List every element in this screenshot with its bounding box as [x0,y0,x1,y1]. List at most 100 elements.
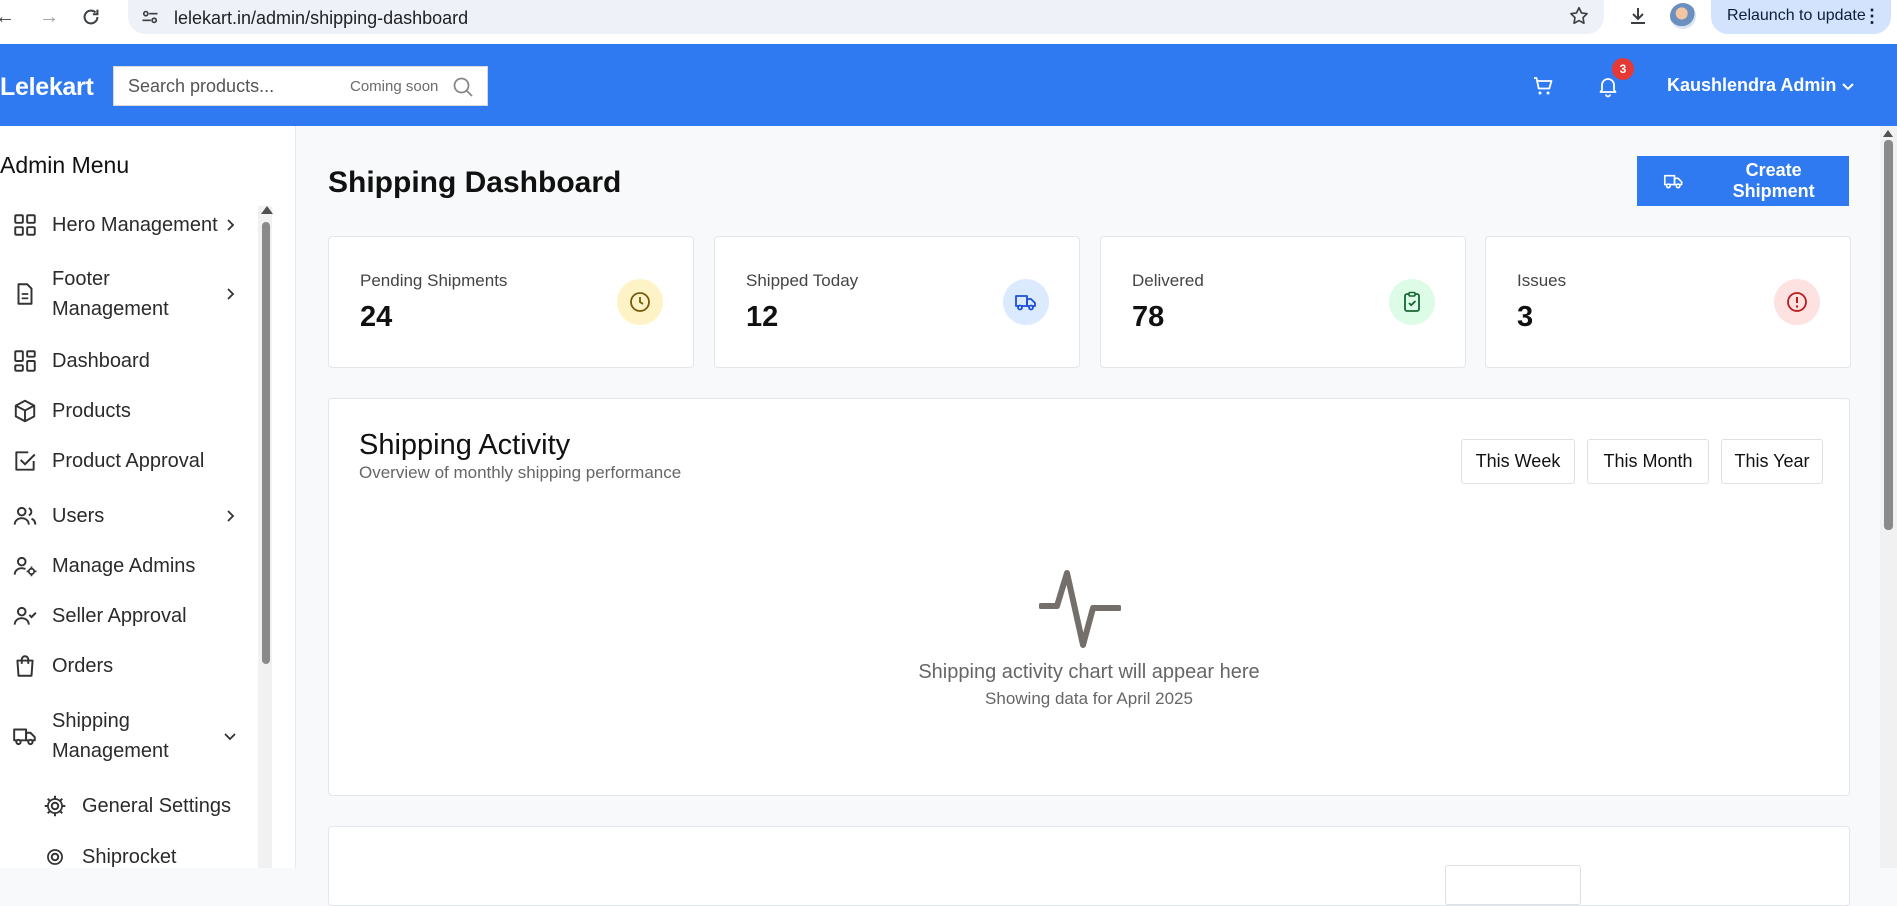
recent-shipments-card [328,826,1850,906]
clipboard-check-icon [1389,279,1435,325]
stat-value: 78 [1132,301,1165,333]
notification-badge: 3 [1612,58,1634,80]
sidebar-item-label: Footer Management [52,268,169,320]
address-bar[interactable]: lelekart.in/admin/shipping-dashboard [128,0,1604,34]
profile-avatar[interactable] [1670,3,1696,29]
chevron-right-icon [227,510,235,522]
search-input[interactable] [114,67,334,105]
chevron-down-icon[interactable] [1840,78,1856,94]
recent-shipments-action[interactable] [1445,865,1581,905]
document-icon [17,283,33,305]
coming-soon-label: Coming soon [350,78,439,95]
sidebar-item-label: Users [52,505,105,527]
sidebar-item-label: Seller Approval [52,605,187,627]
grid-icon [14,214,36,236]
activity-subtitle: Overview of monthly shipping performance [359,463,682,482]
stat-label: Pending Shipments [360,271,508,290]
sidebar-item-shipping-management[interactable]: Shipping Management [12,706,248,766]
sidebar-item-products[interactable]: Products [12,396,248,426]
activity-pulse-icon [1039,570,1121,648]
sidebar-item-hero-management[interactable]: Hero Management [12,210,248,240]
relaunch-label: Relaunch to update [1727,7,1866,24]
stat-label: Shipped Today [746,271,859,290]
chart-placeholder-subtext: Showing data for April 2025 [985,689,1193,708]
user-menu[interactable]: Kaushlendra Admin [1667,75,1836,96]
gear-icon [47,849,63,865]
scroll-up-icon[interactable] [261,206,273,214]
sidebar-title: Admin Menu [0,152,130,178]
sidebar-item-label: Dashboard [52,350,150,372]
check-square-icon [15,451,36,471]
stat-card-delivered: Delivered 78 [1100,236,1466,368]
sidebar-subitem-shiprocket[interactable]: Shiprocket [42,842,278,868]
more-menu-icon[interactable]: ⋮ [1863,0,1881,32]
sidebar-item-label: General Settings [82,795,231,817]
sidebar-item-manage-admins[interactable]: Manage Admins [12,551,248,581]
chevron-right-icon [227,219,235,231]
site-settings-icon[interactable] [140,7,160,27]
sidebar-scrollbar-thumb[interactable] [262,222,270,664]
stat-value: 24 [360,301,393,333]
dashboard-icon [14,350,36,372]
url-text[interactable]: lelekart.in/admin/shipping-dashboard [174,8,468,29]
clock-icon [617,279,663,325]
chart-placeholder-text: Shipping activity chart will appear here [918,661,1260,683]
shipping-activity-card: Shipping Activity Overview of monthly sh… [328,398,1850,796]
stat-card-shipped-today: Shipped Today 12 [714,236,1080,368]
chevron-right-icon [227,288,235,300]
range-this-year[interactable]: This Year [1721,439,1823,484]
stat-value: 3 [1517,301,1534,333]
stat-label: Delivered [1132,271,1204,290]
chevron-down-icon [224,733,236,741]
back-icon[interactable]: ← [0,6,16,28]
sidebar-item-users[interactable]: Users [12,501,248,531]
bookmark-star-icon[interactable] [1568,5,1590,27]
box-icon [14,399,36,423]
main-content: Shipping Dashboard Create Shipment Pendi… [297,126,1877,906]
sidebar-item-product-approval[interactable]: Product Approval [12,446,248,476]
shopping-bag-icon [16,655,34,677]
sidebar-item-label: Hero Management [52,214,218,236]
relaunch-button[interactable]: Relaunch to update ⋮ [1711,0,1891,34]
sidebar-item-seller-approval[interactable]: Seller Approval [12,601,248,631]
stat-value: 12 [746,301,779,333]
page-scrollbar-thumb[interactable] [1884,140,1893,530]
stat-card-pending: Pending Shipments 24 [328,236,694,368]
search-box[interactable]: Coming soon [113,66,488,106]
alert-circle-icon [1774,279,1820,325]
create-shipment-label: Create Shipment [1732,160,1815,201]
sidebar-item-label: Product Approval [52,450,205,472]
scroll-up-icon[interactable] [1883,130,1893,137]
page-title: Shipping Dashboard [328,166,622,199]
browser-toolbar: ← → lelekart.in/admin/shipping-dashboard… [0,0,1897,44]
download-icon[interactable] [1626,4,1650,28]
sidebar-item-dashboard[interactable]: Dashboard [12,346,248,376]
logo[interactable]: Lelekart [0,73,94,102]
cart-icon[interactable] [1531,74,1555,98]
users-icon [13,506,37,525]
range-this-week[interactable]: This Week [1461,439,1575,484]
truck-icon [1003,279,1049,325]
sidebar-item-label: Orders [52,655,114,677]
forward-icon[interactable]: → [38,6,60,28]
create-shipment-button[interactable]: Create Shipment [1637,156,1849,206]
stat-label: Issues [1517,271,1567,290]
sidebar-item-label: Shipping Management [52,710,169,762]
sidebar-item-footer-management[interactable]: Footer Management [12,264,248,324]
page-scrollbar[interactable] [1880,126,1897,868]
gear-icon [44,795,66,817]
sidebar-item-orders[interactable]: Orders [12,651,248,681]
search-icon[interactable] [451,75,475,99]
sidebar-item-label: Products [52,400,131,422]
truck-icon [1663,174,1683,189]
reload-icon[interactable] [80,6,102,28]
sidebar-item-label: Shiprocket [82,846,177,868]
stat-card-issues: Issues 3 [1485,236,1851,368]
truck-icon [13,728,36,746]
admin-sidebar: Admin Menu Hero Management Footer Manage… [0,126,296,868]
sidebar-subitem-general-settings[interactable]: General Settings [42,791,278,821]
user-check-icon [13,606,37,625]
app-header: Lelekart Coming soon 3 Kaushlendra Admin [0,44,1897,126]
sidebar-item-label: Manage Admins [52,555,196,577]
range-this-month[interactable]: This Month [1587,439,1709,484]
